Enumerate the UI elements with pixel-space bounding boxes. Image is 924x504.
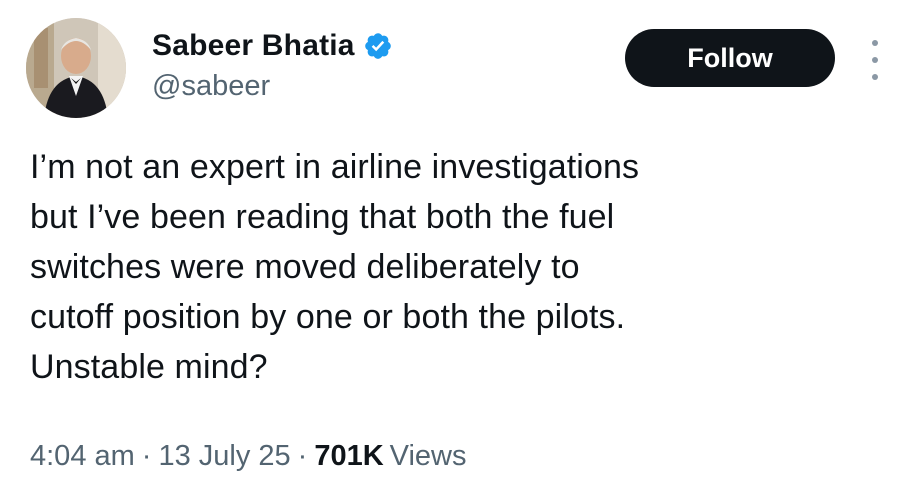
tweet-line: Unstable mind? (30, 348, 268, 386)
avatar[interactable] (26, 18, 126, 118)
more-dot (872, 74, 878, 80)
handle[interactable]: @sabeer (152, 70, 572, 103)
meta-separator: · (141, 440, 152, 472)
display-name[interactable]: Sabeer Bhatia (152, 29, 355, 63)
name-row: Sabeer Bhatia (152, 26, 572, 66)
tweet-meta: 4:04 am · 13 July 25 · 701K Views (30, 440, 467, 473)
views-label[interactable]: Views (390, 440, 467, 473)
more-vertical-icon[interactable] (866, 40, 884, 80)
verified-badge-icon[interactable] (363, 31, 393, 61)
avatar-photo (26, 18, 126, 118)
more-dot (872, 57, 878, 63)
author-block: Sabeer Bhatia @sabeer (152, 26, 572, 103)
tweet-text: I’m not an expert in airline investigati… (30, 142, 900, 392)
tweet-line: but I’ve been reading that both the fuel (30, 198, 615, 236)
tweet-time[interactable]: 4:04 am (30, 440, 135, 473)
more-dot (872, 40, 878, 46)
meta-separator: · (297, 440, 308, 472)
tweet-date[interactable]: 13 July 25 (158, 440, 290, 473)
follow-button[interactable]: Follow (625, 29, 835, 87)
tweet-line: switches were moved deliberately to (30, 248, 580, 286)
views-count[interactable]: 701K (314, 440, 383, 473)
tweet-line: I’m not an expert in airline investigati… (30, 148, 640, 186)
tweet-card: Sabeer Bhatia @sabeer Follow I’m not an … (0, 0, 924, 504)
tweet-line: cutoff position by one or both the pilot… (30, 298, 626, 336)
